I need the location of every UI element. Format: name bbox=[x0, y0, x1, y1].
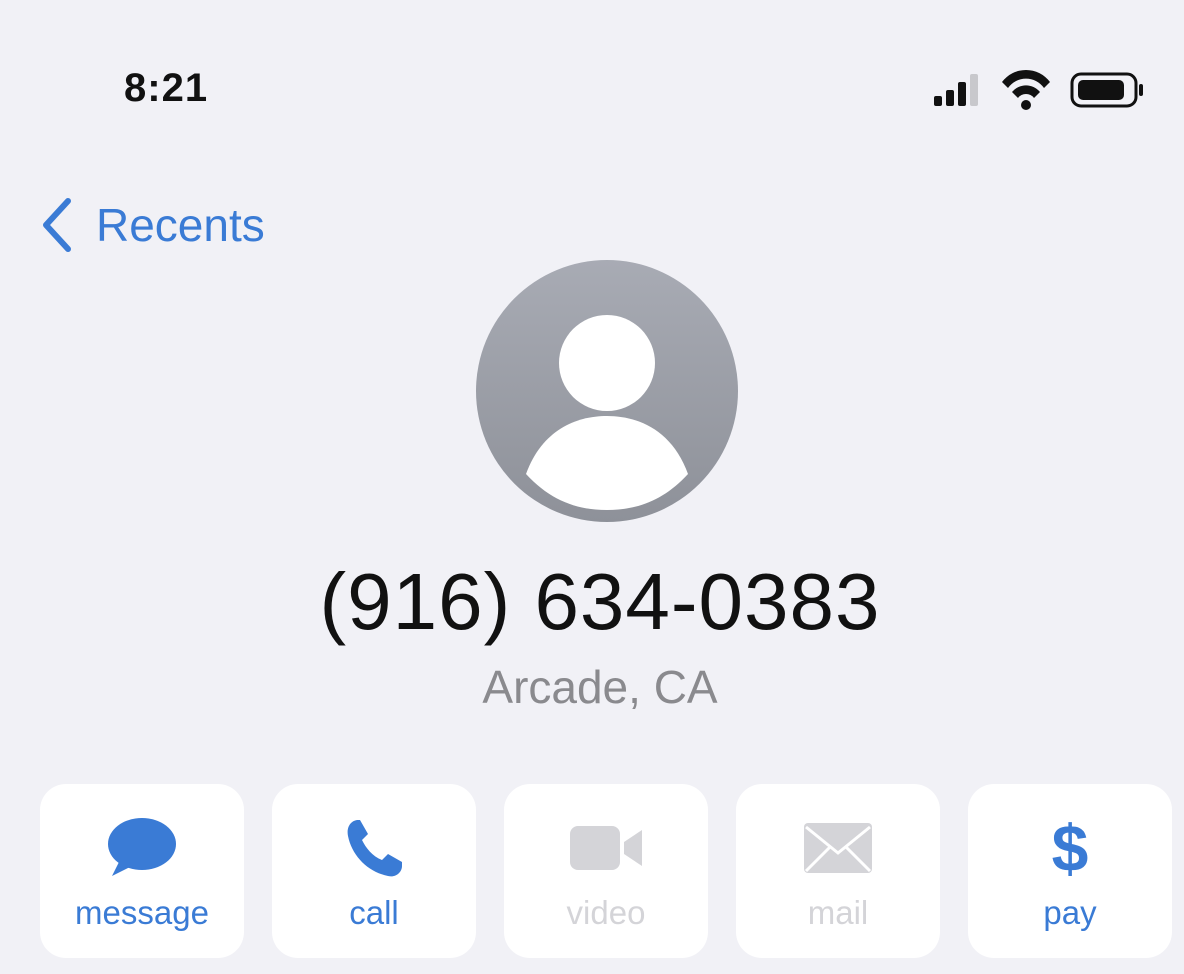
back-button[interactable]: Recents bbox=[38, 192, 265, 258]
call-button[interactable]: call bbox=[272, 784, 476, 958]
video-button[interactable]: video bbox=[504, 784, 708, 958]
message-button[interactable]: message bbox=[40, 784, 244, 958]
battery-icon bbox=[1070, 72, 1143, 108]
back-label: Recents bbox=[96, 199, 265, 251]
video-camera-icon bbox=[570, 826, 642, 870]
pay-label: pay bbox=[1043, 894, 1097, 931]
call-label: call bbox=[349, 894, 399, 931]
status-icons bbox=[932, 68, 1152, 112]
action-buttons: message call video mail $ pay bbox=[40, 784, 1176, 960]
avatar bbox=[476, 260, 738, 522]
contact-screen: 8:21 Recents (916) 634-0383 Arcade, CA m… bbox=[8, 8, 1176, 966]
wifi-icon bbox=[1002, 70, 1050, 110]
status-time: 8:21 bbox=[124, 66, 209, 110]
phone-number: (916) 634-0383 bbox=[319, 557, 881, 646]
mail-label: mail bbox=[807, 894, 869, 931]
dollar-sign-icon: $ bbox=[1051, 811, 1089, 885]
chevron-left-icon bbox=[43, 198, 71, 252]
caller-location: Arcade, CA bbox=[482, 661, 718, 713]
message-bubble-icon bbox=[108, 818, 176, 876]
message-label: message bbox=[75, 894, 209, 931]
mail-button[interactable]: mail bbox=[736, 784, 940, 958]
envelope-icon bbox=[804, 823, 872, 873]
video-label: video bbox=[566, 894, 646, 931]
pay-button[interactable]: $ pay bbox=[968, 784, 1172, 958]
person-silhouette-icon bbox=[526, 315, 688, 510]
phone-icon bbox=[347, 820, 402, 877]
cellular-signal-icon bbox=[934, 74, 978, 106]
